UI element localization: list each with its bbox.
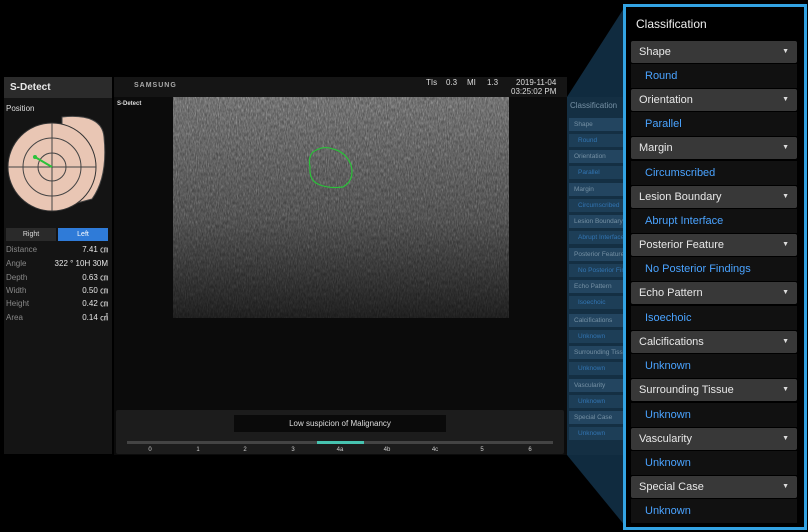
measurement-row: Area 0.14 ㎠ — [6, 311, 110, 324]
category-header-special-case[interactable]: Special Case ▼ — [631, 476, 797, 498]
dropdown-arrow-icon: ▼ — [782, 48, 789, 55]
category-label: Special Case — [639, 481, 704, 493]
dropdown-arrow-icon: ▼ — [782, 435, 789, 442]
classification-panel: Classification Shape ▼ Round Orientation… — [623, 4, 807, 530]
category-value: Round — [631, 64, 797, 88]
category-header-posterior-feature[interactable]: Posterior Feature ▼ — [631, 234, 797, 256]
zoom-projection — [567, 5, 626, 527]
category-value: Parallel — [631, 112, 797, 136]
measurement-label: Depth — [6, 273, 28, 282]
category-value: Isoechoic — [631, 306, 797, 330]
measurement-row: Width 0.50 ㎝ — [6, 284, 110, 297]
scale-tick: 4c — [431, 447, 439, 453]
category-header-calcifications[interactable]: Calcifications ▼ — [631, 331, 797, 353]
category-value: Unknown — [631, 403, 797, 427]
measurement-value: 0.50 ㎝ — [82, 286, 108, 295]
category-header-surrounding-tissue[interactable]: Surrounding Tissue ▼ — [631, 379, 797, 401]
exam-date: 2019-11-04 — [516, 78, 557, 87]
mi-label: MI — [467, 78, 476, 87]
left-panel: S-Detect Position Right Left Distance 7.… — [4, 77, 112, 454]
category-value: No Posterior Findings — [631, 257, 797, 281]
measurement-value: 0.14 ㎠ — [82, 313, 108, 322]
scale-tick: 3 — [291, 447, 295, 453]
dropdown-arrow-icon: ▼ — [782, 96, 789, 103]
mi-value: 1.3 — [487, 78, 499, 87]
measurement-label: Width — [6, 286, 27, 295]
category-label: Echo Pattern — [639, 287, 703, 299]
left-button[interactable]: Left — [58, 228, 108, 241]
assessment-scale-highlight — [317, 441, 364, 444]
measurement-row: Height 0.42 ㎝ — [6, 297, 110, 310]
tis-label: TIs — [426, 78, 438, 87]
category-header-lesion-boundary[interactable]: Lesion Boundary ▼ — [631, 186, 797, 208]
exam-time: 03:25:02 PM — [511, 87, 557, 96]
scale-tick: 6 — [528, 447, 532, 453]
measurement-row: Distance 7.41 ㎝ — [6, 243, 110, 256]
scale-tick: 0 — [148, 447, 152, 453]
measurement-value: 322 ° 10H 30M — [54, 259, 108, 268]
dropdown-arrow-icon: ▼ — [782, 338, 789, 345]
measurement-label: Height — [6, 299, 30, 308]
category-value: Abrupt Interface — [631, 209, 797, 233]
category-label: Shape — [639, 46, 671, 58]
category-header-shape[interactable]: Shape ▼ — [631, 41, 797, 63]
result-bar: Low suspicion of Malignancy 0 1 2 3 4a 4… — [116, 410, 564, 454]
category-header-margin[interactable]: Margin ▼ — [631, 137, 797, 159]
category-label: Lesion Boundary — [639, 191, 722, 203]
right-button[interactable]: Right — [6, 228, 56, 241]
category-header-echo-pattern[interactable]: Echo Pattern ▼ — [631, 282, 797, 304]
category-label: Margin — [639, 142, 673, 154]
dropdown-arrow-icon: ▼ — [782, 144, 789, 151]
scale-tick: 4a — [336, 447, 344, 453]
measurement-row: Angle 322 ° 10H 30M — [6, 257, 110, 270]
measurement-value: 7.41 ㎝ — [82, 245, 108, 254]
measurement-label: Angle — [6, 259, 27, 268]
scale-tick: 1 — [196, 447, 200, 453]
category-label: Calcifications — [639, 336, 704, 348]
category-value: Unknown — [631, 451, 797, 475]
image-header: SAMSUNG TIs 0.3 MI 1.3 2019-11-04 03:25:… — [114, 77, 567, 97]
dropdown-arrow-icon: ▼ — [782, 289, 789, 296]
category-label: Posterior Feature — [639, 239, 724, 251]
measurement-label: Distance — [6, 245, 38, 254]
brand-logo: SAMSUNG — [134, 82, 177, 89]
ultrasound-image[interactable] — [173, 97, 509, 318]
category-value: Unknown — [631, 354, 797, 378]
scale-tick: 5 — [480, 447, 484, 453]
measurement-value: 0.63 ㎝ — [82, 273, 108, 282]
dropdown-arrow-icon: ▼ — [782, 483, 789, 490]
panel-title: S-Detect — [4, 77, 112, 98]
scale-tick: 4b — [383, 447, 391, 453]
category-header-orientation[interactable]: Orientation ▼ — [631, 89, 797, 111]
dropdown-arrow-icon: ▼ — [782, 241, 789, 248]
measurement-value: 0.42 ㎝ — [82, 299, 108, 308]
category-value: Circumscribed — [631, 161, 797, 185]
dropdown-arrow-icon: ▼ — [782, 386, 789, 393]
classification-title: Classification — [636, 17, 707, 31]
breast-position-diagram — [7, 115, 106, 212]
category-label: Orientation — [639, 94, 693, 106]
ultrasound-viewport: S-Detect — [114, 97, 567, 455]
dropdown-arrow-icon: ▼ — [782, 193, 789, 200]
category-header-vascularity[interactable]: Vascularity ▼ — [631, 428, 797, 450]
tis-value: 0.3 — [446, 78, 458, 87]
malignancy-result: Low suspicion of Malignancy — [234, 415, 446, 432]
measurement-label: Area — [6, 313, 23, 322]
scale-tick: 2 — [243, 447, 247, 453]
mode-label: S-Detect — [117, 101, 142, 107]
category-value: Unknown — [631, 499, 797, 523]
category-label: Vascularity — [639, 433, 692, 445]
measurement-row: Depth 0.63 ㎝ — [6, 271, 110, 284]
category-label: Surrounding Tissue — [639, 384, 734, 396]
